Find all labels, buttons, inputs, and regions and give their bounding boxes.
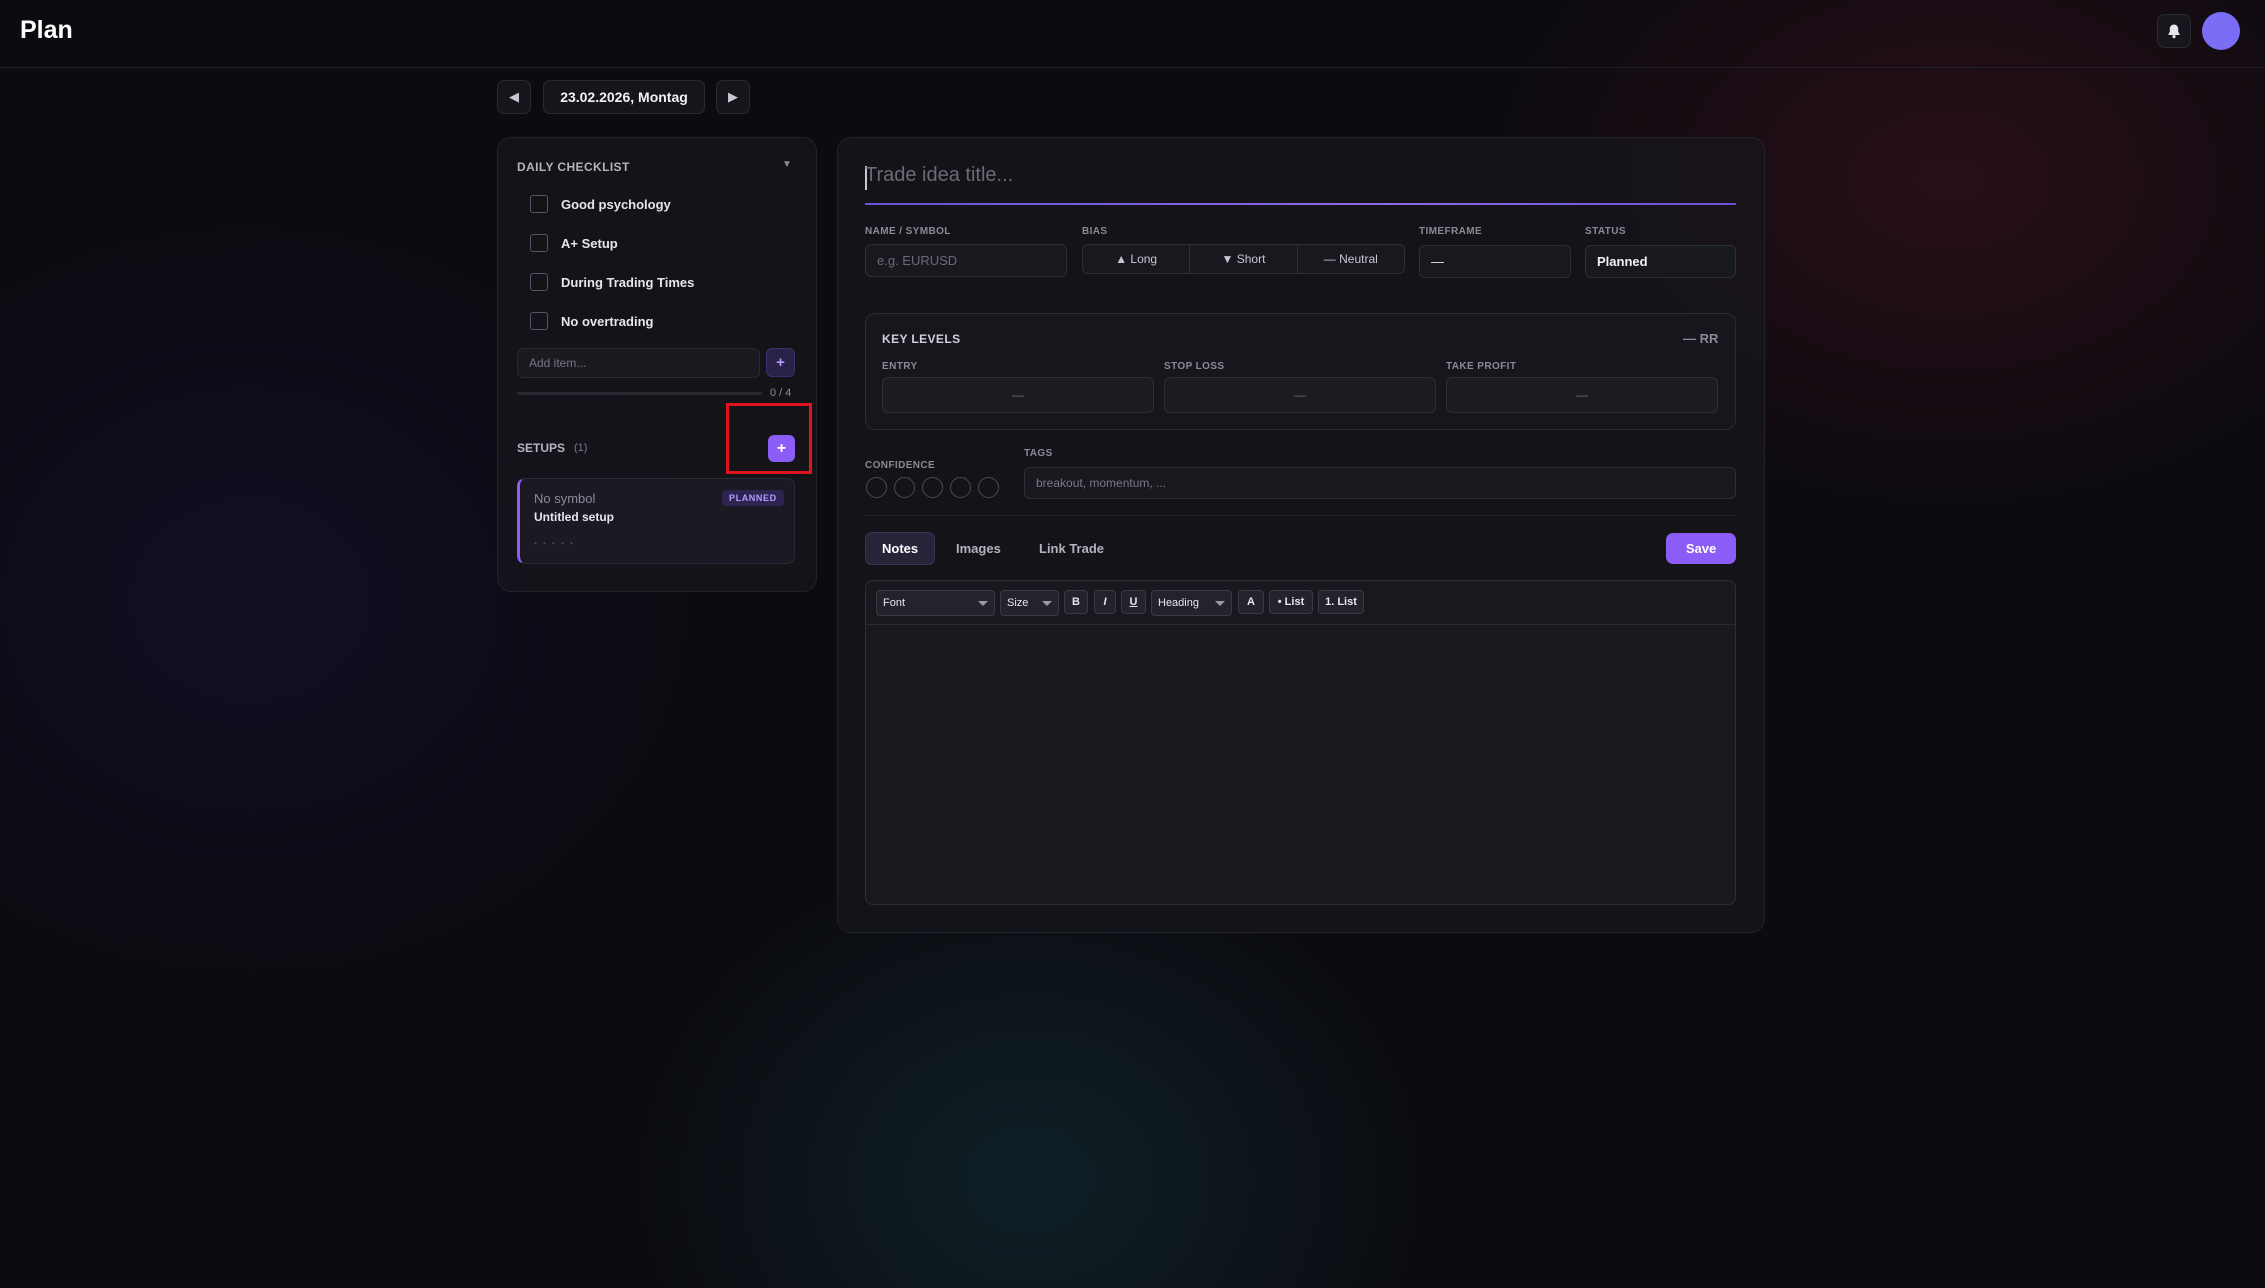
divider — [865, 515, 1736, 516]
font-select-label: Font — [883, 597, 906, 609]
checklist-item[interactable]: Good psychology — [530, 193, 671, 215]
bias-selector: ▲ Long ▼ Short — Neutral — [1082, 244, 1405, 274]
confidence-dot[interactable] — [922, 477, 943, 498]
numbered-list-button[interactable]: 1. List — [1318, 590, 1364, 614]
bias-long-button[interactable]: ▲ Long — [1083, 245, 1191, 273]
bias-label: BIAS — [1082, 226, 1108, 237]
tab-images[interactable]: Images — [956, 532, 1001, 565]
highlight-box — [726, 403, 812, 474]
next-day-button[interactable]: ▶ — [716, 80, 750, 114]
entry-label: ENTRY — [882, 361, 918, 372]
tags-label: TAGS — [1024, 448, 1053, 459]
trade-idea-title-input[interactable]: Trade idea title... — [865, 164, 1013, 187]
chevron-right-icon: ▶ — [728, 89, 738, 104]
underline-button[interactable]: U — [1121, 590, 1146, 614]
title-underline — [865, 203, 1736, 205]
checkbox[interactable] — [530, 195, 548, 213]
timeframe-select[interactable]: — — [1419, 245, 1571, 278]
page-title: Plan — [20, 16, 73, 44]
checklist-title: DAILY CHECKLIST — [517, 160, 630, 174]
confidence-dot[interactable] — [978, 477, 999, 498]
date-display[interactable]: 23.02.2026, Montag — [543, 80, 705, 114]
text-color-button[interactable]: A — [1238, 590, 1264, 614]
confidence-dot[interactable] — [950, 477, 971, 498]
tab-link-trade[interactable]: Link Trade — [1039, 532, 1104, 565]
checklist-item-label: A+ Setup — [561, 235, 618, 251]
add-checklist-item-input[interactable]: Add item... — [517, 348, 760, 378]
chevron-down-icon — [1042, 601, 1052, 606]
status-badge: PLANNED — [722, 490, 784, 506]
bell-icon — [2168, 24, 2180, 39]
avatar[interactable] — [2202, 12, 2240, 50]
chevron-left-icon: ◀ — [509, 89, 519, 104]
setup-symbol: No symbol — [534, 491, 596, 506]
symbol-input[interactable]: e.g. EURUSD — [865, 244, 1067, 277]
bias-neutral-button[interactable]: — Neutral — [1298, 245, 1404, 273]
heading-select[interactable]: Heading — [1151, 590, 1232, 616]
bias-short-button[interactable]: ▼ Short — [1190, 245, 1298, 273]
checklist-item[interactable]: No overtrading — [530, 310, 653, 332]
take-profit-input[interactable]: — — [1446, 377, 1718, 413]
collapse-checklist-icon[interactable]: ▼ — [782, 159, 792, 170]
risk-reward-value: — RR — [1683, 331, 1719, 346]
chevron-down-icon — [1215, 601, 1225, 606]
checklist-item-label: No overtrading — [561, 313, 654, 329]
font-select[interactable]: Font — [876, 590, 995, 616]
setups-title: SETUPS — [517, 441, 566, 455]
checklist-progress-bar — [517, 392, 762, 395]
save-button[interactable]: Save — [1666, 533, 1736, 564]
setups-count: (1) — [574, 442, 588, 454]
size-select[interactable]: Size — [1000, 590, 1059, 616]
prev-day-button[interactable]: ◀ — [497, 80, 531, 114]
checklist-item[interactable]: During Trading Times — [530, 271, 694, 293]
add-checklist-item-button[interactable]: + — [766, 348, 795, 377]
setup-title: Untitled setup — [534, 510, 614, 524]
key-levels-title: KEY LEVELS — [882, 332, 961, 346]
tab-notes[interactable]: Notes — [865, 532, 936, 565]
stop-loss-label: STOP LOSS — [1164, 361, 1225, 372]
confidence-dot[interactable] — [894, 477, 915, 498]
bold-button[interactable]: B — [1064, 590, 1088, 614]
checkbox[interactable] — [530, 273, 548, 291]
take-profit-label: TAKE PROFIT — [1446, 361, 1517, 372]
checkbox[interactable] — [530, 234, 548, 252]
checklist-item-label: Good psychology — [561, 196, 671, 212]
top-bar: Plan — [0, 0, 2265, 68]
entry-input[interactable]: — — [882, 377, 1154, 413]
status-select[interactable]: Planned — [1585, 245, 1736, 278]
checklist-item-label: During Trading Times — [561, 274, 695, 290]
italic-button[interactable]: I — [1094, 590, 1116, 614]
setup-rating: • • • • • — [534, 539, 575, 548]
chevron-down-icon — [978, 601, 988, 606]
notifications-button[interactable] — [2157, 14, 2191, 48]
name-label: NAME / SYMBOL — [865, 226, 951, 237]
confidence-dot[interactable] — [866, 477, 887, 498]
checkbox[interactable] — [530, 312, 548, 330]
checklist-item[interactable]: A+ Setup — [530, 232, 618, 254]
confidence-label: CONFIDENCE — [865, 460, 936, 471]
checklist-progress-text: 0 / 4 — [770, 387, 792, 399]
bullet-list-button[interactable]: • List — [1269, 590, 1313, 614]
tags-input[interactable]: breakout, momentum, ... — [1024, 467, 1736, 499]
toolbar-divider — [866, 624, 1735, 625]
timeframe-label: TIMEFRAME — [1419, 226, 1483, 237]
size-select-label: Size — [1007, 597, 1029, 609]
notes-editor[interactable] — [865, 580, 1736, 905]
heading-select-label: Heading — [1158, 597, 1199, 609]
stop-loss-input[interactable]: — — [1164, 377, 1436, 413]
status-label: STATUS — [1585, 226, 1626, 237]
